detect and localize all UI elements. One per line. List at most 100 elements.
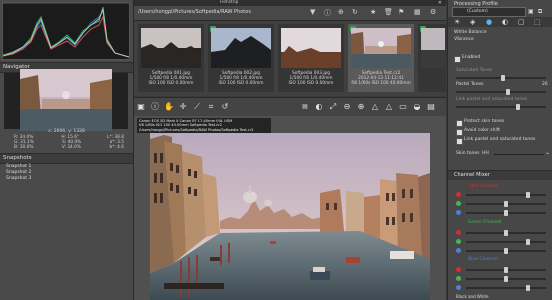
slider-knob[interactable] [504,248,508,254]
panel-toggle-icon[interactable]: ▤ [426,102,436,112]
zoom-in-icon[interactable]: ⊕ [356,102,366,112]
red-red-slider[interactable] [466,192,546,198]
transform-tab-icon[interactable]: ▢ [518,18,525,26]
detail-tab-icon[interactable]: ◈ [470,18,475,26]
thumbnail-item[interactable] [418,24,446,92]
info-icon[interactable]: ⓘ [150,102,160,112]
grid-icon[interactable]: ▦ [414,8,421,16]
avoid-shift-label: Avoid color shift [464,128,500,133]
avoid-shift-checkbox[interactable] [456,129,463,136]
path-bar: /Users/hongpl/Pictures/Softpedia/RAW Pho… [134,6,446,21]
history-icon[interactable]: ▣ [136,102,146,112]
clipping-icon[interactable]: ◐ [314,102,324,112]
slider-knob[interactable] [526,192,530,198]
white-balance-label[interactable]: White Balance [454,30,486,35]
red-blue-slider[interactable] [466,210,546,216]
slider-knob[interactable] [506,89,510,95]
filter-icon[interactable]: ▼ [310,8,315,16]
color-tab-icon[interactable]: ● [486,18,492,26]
red-swatch [456,192,461,197]
slider-knob[interactable] [504,210,508,216]
hand-tool-icon[interactable]: ✋ [164,102,174,112]
gamut-icon[interactable]: ◒ [412,102,422,112]
right-panel: Processing Profile (Custom) ▣ ⧉ ☀ ◈ ● ◐ … [447,0,552,300]
main-image[interactable] [150,133,430,300]
thumbnail-item[interactable]: Softpedia 002.jpg 1/500 f/8 1/0.40mm ISO… [208,24,274,92]
blue-red-slider[interactable] [466,267,546,273]
thumbnail-item[interactable]: Softpedia 003.jpg 1/500 f/8 1/0.40mm ISO… [278,24,344,92]
thumbnail-item-selected[interactable]: Softpedia Test.cr2 2012-04-13 11:12:41 f… [348,24,414,92]
info-icon[interactable]: ⓘ [324,8,331,18]
slider-knob[interactable] [516,104,520,110]
zoom-out-icon[interactable]: ⊖ [342,102,352,112]
link-pastel-label: Link pastel and saturated tones [464,137,536,142]
exposure-tab-icon[interactable]: ☀ [454,18,460,26]
thumbnail-meta: ISO 100 ISO 0.00mm [148,81,194,86]
zoom-fit-icon[interactable]: ⤢ [328,102,338,112]
black-white-label[interactable]: Black and White [456,294,489,299]
raw-tab-icon[interactable]: ⬚ [534,18,541,26]
link-pastel-checkbox[interactable] [456,138,463,145]
path-text[interactable]: /Users/hongpl/Pictures/Softpedia/RAW Pho… [138,9,251,15]
blue-green-slider[interactable] [466,276,546,282]
green-green-slider[interactable] [466,239,546,245]
rotate-icon[interactable]: ↻ [352,8,358,16]
saturated-tones-slider[interactable] [456,75,546,81]
blue-blue-slider[interactable] [466,285,546,291]
navigator-thumbnail[interactable] [20,69,112,131]
channel-mixer-header[interactable]: Channel Mixer [448,170,552,180]
red-channel-label: Red Channel [470,184,499,189]
settings-icon[interactable]: ⚙ [430,8,436,16]
pastel-tones-slider[interactable] [456,89,546,95]
slider-knob[interactable] [501,75,505,81]
navigator-readout: x: 2606, y: 1328 [48,129,85,134]
wavelet-tab-icon[interactable]: ◐ [502,18,508,26]
star-icon[interactable]: ★ [370,8,376,16]
skin-tones-curve[interactable] [494,154,544,155]
threshold-slider[interactable] [456,104,546,110]
slider-knob[interactable] [526,285,530,291]
green-swatch [456,276,461,281]
blue-swatch [456,248,461,253]
slider-knob[interactable] [504,230,508,236]
color-bars-icon[interactable]: ▤ [300,102,310,112]
green-blue-slider[interactable] [466,248,546,254]
slider-knob[interactable] [504,276,508,282]
snapshot-item[interactable]: Snapshot 3 [0,176,133,182]
link-label: Link pastel and saturated tones [456,97,528,102]
thumbnail-meta: f/8 1/60s ISO 100 40.00mm [351,81,411,86]
paste-icon[interactable]: ⧉ [538,8,542,16]
snapshots-header[interactable]: Snapshots [0,153,133,164]
slider-knob[interactable] [504,267,508,273]
red-green-slider[interactable] [466,201,546,207]
chevron-down-icon[interactable]: ⌄ [545,149,550,156]
warning-icon[interactable]: △ [384,102,394,112]
rotate-icon[interactable]: ↺ [220,102,230,112]
slider-knob[interactable] [504,201,508,207]
thumbnail-item[interactable]: Softpedia 001.jpg 1/500 f/8 1/0.40mm ISO… [138,24,204,92]
image-info-overlay: Canon EOS 5D Mark II Canon EF 17-40mm f/… [137,118,271,134]
value-value: V: 34.0% [61,145,81,151]
vibrance-label[interactable]: Vibrance [454,37,474,42]
trash-icon[interactable]: 🗑 [384,8,393,16]
protect-skin-checkbox[interactable] [456,120,463,127]
slider-knob[interactable] [526,239,530,245]
crosshair-icon[interactable]: ✛ [178,102,188,112]
crop-icon[interactable]: ⌗ [206,102,216,112]
zoom-icon[interactable]: ⊕ [338,8,344,16]
green-channel-label: Green Channel [468,220,502,225]
pastel-tones-value: 26 [542,82,548,87]
straighten-icon[interactable]: ⟋ [192,102,202,112]
warning-icon[interactable]: △ [370,102,380,112]
green-swatch [456,239,461,244]
enabled-checkbox[interactable] [454,56,461,63]
thumbnail-image [211,28,271,68]
save-icon[interactable]: ▣ [528,8,534,15]
flag-icon[interactable]: ⚑ [398,8,404,16]
blue-swatch [456,285,461,290]
monitor-icon[interactable]: ▭ [398,102,408,112]
thumbnail-meta: ISO 100 ISO 0.00mm [288,81,334,86]
histogram [2,2,130,60]
green-red-slider[interactable] [466,230,546,236]
profile-select[interactable]: (Custom) [452,7,526,17]
